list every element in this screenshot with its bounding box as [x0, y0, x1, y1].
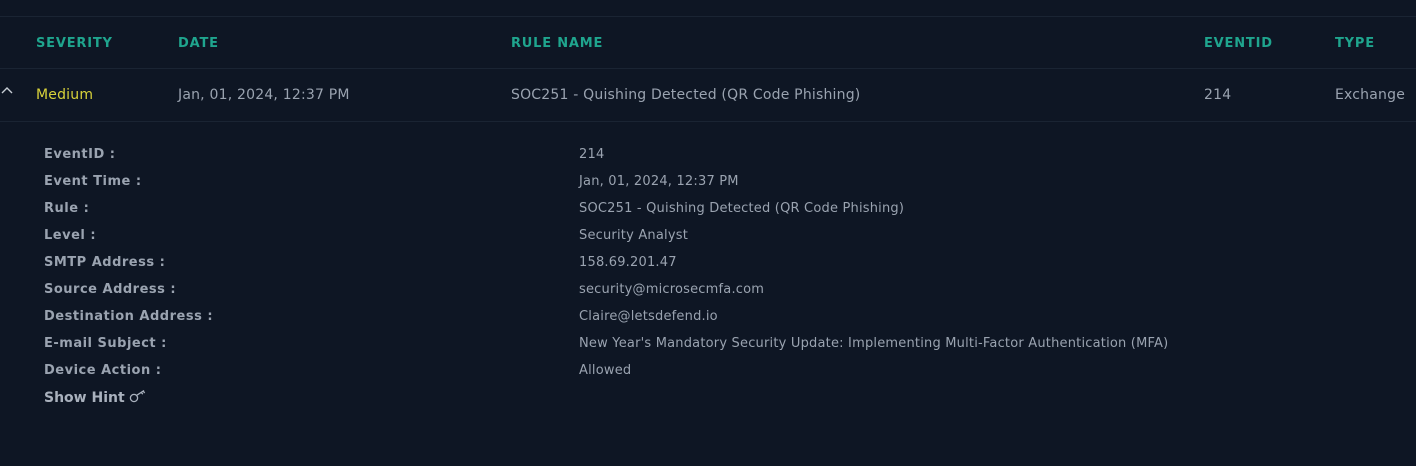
eventid-cell: 214 [1204, 87, 1232, 103]
detail-row-email-subject: E-mail Subject : New Year's Mandatory Se… [0, 336, 1416, 363]
detail-value: Claire@letsdefend.io [579, 309, 718, 324]
chevron-up-icon[interactable] [0, 83, 14, 97]
detail-value: Jan, 01, 2024, 12:37 PM [579, 174, 739, 189]
show-hint-label: Show Hint [44, 390, 125, 406]
detail-label: E-mail Subject : [44, 336, 167, 351]
header-severity[interactable]: SEVERITY [36, 36, 113, 51]
detail-label: Rule : [44, 201, 90, 216]
detail-row-device-action: Device Action : Allowed [0, 363, 1416, 390]
detail-value: 158.69.201.47 [579, 255, 677, 270]
detail-row-event-time: Event Time : Jan, 01, 2024, 12:37 PM [0, 174, 1416, 201]
detail-value: security@microsecmfa.com [579, 282, 765, 297]
detail-label: Level : [44, 228, 97, 243]
detail-value: New Year's Mandatory Security Update: Im… [579, 336, 1169, 351]
key-icon [129, 389, 145, 403]
detail-value: Security Analyst [579, 228, 688, 243]
header-rule-name[interactable]: RULE NAME [511, 36, 603, 51]
detail-value: Allowed [579, 363, 632, 378]
table-header: SEVERITY DATE RULE NAME EVENTID TYPE [0, 17, 1416, 69]
detail-row-rule: Rule : SOC251 - Quishing Detected (QR Co… [0, 201, 1416, 228]
header-type[interactable]: TYPE [1335, 36, 1375, 51]
header-eventid[interactable]: EVENTID [1204, 36, 1273, 51]
show-hint-button[interactable]: Show Hint [44, 389, 147, 406]
detail-value: 214 [579, 147, 605, 162]
detail-label: EventID : [44, 147, 116, 162]
rule-name-cell: SOC251 - Quishing Detected (QR Code Phis… [511, 87, 861, 103]
detail-label: Source Address : [44, 282, 177, 297]
detail-label: Event Time : [44, 174, 142, 189]
detail-row-smtp-address: SMTP Address : 158.69.201.47 [0, 255, 1416, 282]
header-date[interactable]: DATE [178, 36, 219, 51]
detail-value: SOC251 - Quishing Detected (QR Code Phis… [579, 201, 905, 216]
detail-row-destination-address: Destination Address : Claire@letsdefend.… [0, 309, 1416, 336]
table-row[interactable]: Medium Jan, 01, 2024, 12:37 PM SOC251 - … [0, 69, 1416, 122]
alert-panel: SEVERITY DATE RULE NAME EVENTID TYPE Med… [0, 0, 1416, 466]
date-cell: Jan, 01, 2024, 12:37 PM [178, 87, 350, 103]
detail-label: Destination Address : [44, 309, 214, 324]
detail-label: Device Action : [44, 363, 162, 378]
detail-label: SMTP Address : [44, 255, 166, 270]
severity-cell: Medium [36, 87, 94, 103]
detail-row-level: Level : Security Analyst [0, 228, 1416, 255]
detail-row-source-address: Source Address : security@microsecmfa.co… [0, 282, 1416, 309]
detail-row-eventid: EventID : 214 [0, 147, 1416, 174]
type-cell: Exchange [1335, 87, 1406, 103]
